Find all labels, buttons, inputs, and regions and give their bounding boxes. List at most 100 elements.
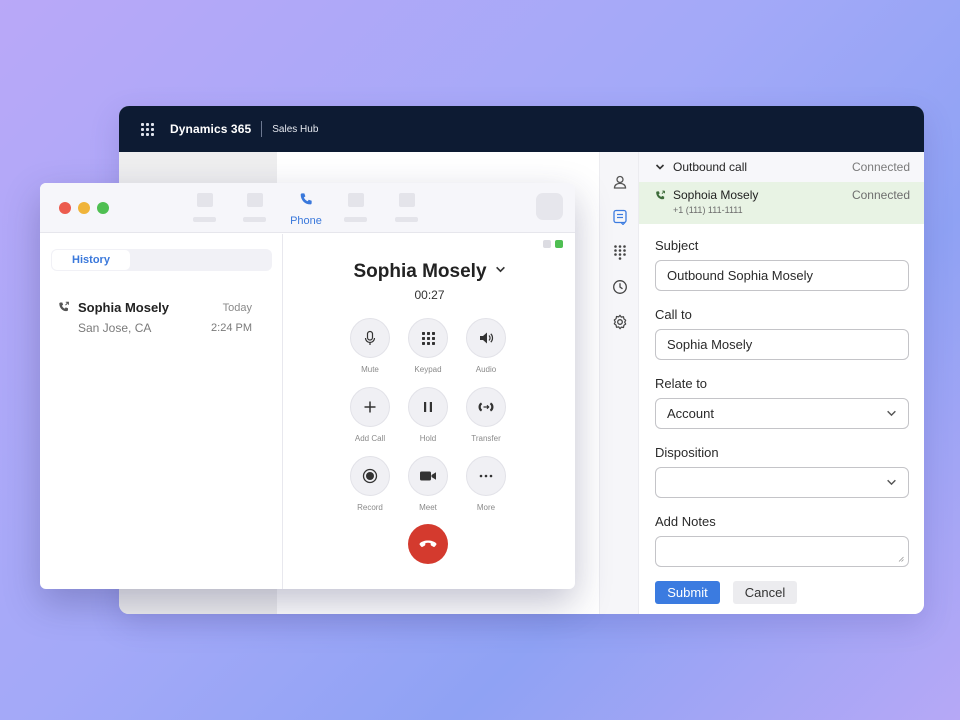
app-launcher-icon[interactable] (141, 122, 154, 136)
history-segmented-control[interactable]: History (51, 249, 272, 271)
history-contact-name: Sophia Mosely (78, 300, 170, 315)
tab-placeholder-icon[interactable] (348, 193, 364, 207)
active-call-status: Connected (851, 188, 910, 202)
chevron-down-icon (887, 479, 896, 486)
outgoing-call-icon (59, 301, 69, 312)
crm-topbar: Dynamics 365 Sales Hub (119, 106, 924, 152)
call-to-field[interactable]: Sophia Mosely (655, 329, 909, 360)
settings-icon[interactable] (612, 314, 628, 330)
mute-button[interactable]: Mute (340, 318, 400, 374)
meet-button[interactable]: Meet (398, 456, 458, 512)
submit-button[interactable]: Submit (655, 581, 720, 604)
phone-titlebar: Phone (40, 183, 575, 233)
transfer-button[interactable]: Transfer (456, 387, 516, 443)
keypad-icon (421, 331, 435, 345)
active-call-pane: Sophia Mosely 00:27 Mute Keypad Audio Ad… (284, 234, 575, 589)
caller-name[interactable]: Sophia Mosely (284, 261, 575, 283)
microphone-icon (364, 330, 376, 345)
active-call-contact: Sophoia Mosely (673, 188, 759, 202)
record-button[interactable]: Record (340, 456, 400, 512)
tab-placeholder-label (243, 217, 266, 222)
hold-label: Hold (419, 434, 437, 443)
disposition-select[interactable] (655, 467, 909, 498)
call-timer: 00:27 (414, 288, 445, 302)
phone-window: Phone History Sophia Mosely Today San Jo… (40, 183, 575, 589)
subject-label: Subject (655, 238, 699, 253)
history-icon[interactable] (612, 279, 628, 295)
speaker-icon (480, 332, 494, 344)
tab-placeholder-icon[interactable] (197, 193, 213, 207)
call-form: Subject Outbound Sophia Mosely Call to S… (655, 238, 909, 604)
subject-value: Outbound Sophia Mosely (667, 268, 813, 283)
mute-label: Mute (361, 365, 379, 374)
active-call-card[interactable]: Sophoia Mosely Connected +1 (111) 111-11… (639, 182, 924, 224)
call-to-value: Sophia Mosely (667, 337, 753, 352)
record-label: Record (357, 503, 383, 512)
active-call-number: +1 (111) 111-1111 (673, 205, 743, 215)
dialpad-icon[interactable] (612, 244, 628, 260)
end-call-button[interactable] (408, 524, 448, 564)
title-divider (261, 121, 263, 137)
chevron-down-icon[interactable] (655, 162, 665, 172)
audio-label: Audio (475, 365, 497, 374)
notes-label: Add Notes (655, 514, 716, 529)
relate-to-value: Account (667, 406, 714, 421)
avatar[interactable] (536, 193, 563, 220)
history-day: Today (222, 302, 252, 314)
tab-phone-label: Phone (290, 215, 322, 227)
history-location: San Jose, CA (78, 321, 152, 335)
record-icon (362, 468, 378, 484)
app-name[interactable]: Dynamics 365 (170, 122, 251, 136)
history-tab[interactable]: History (52, 250, 130, 270)
notes-icon[interactable] (612, 209, 628, 225)
meet-label: Meet (419, 503, 437, 512)
hold-button[interactable]: Hold (398, 387, 458, 443)
contact-icon[interactable] (612, 174, 628, 190)
transfer-label: Transfer (471, 434, 501, 443)
caller-name-text: Sophia Mosely (353, 261, 487, 282)
connection-indicator (555, 240, 563, 248)
tab-placeholder-icon[interactable] (247, 193, 263, 207)
module-name[interactable]: Sales Hub (272, 124, 318, 135)
call-history-pane: History Sophia Mosely Today San Jose, CA… (40, 234, 283, 589)
keypad-label: Keypad (414, 365, 442, 374)
tab-placeholder-label (344, 217, 367, 222)
outbound-call-header[interactable]: Outbound call Connected (639, 152, 924, 182)
more-icon (479, 474, 493, 478)
phone-icon (300, 193, 312, 205)
tab-placeholder-label (193, 217, 216, 222)
chevron-down-icon[interactable] (495, 264, 506, 275)
more-label: More (476, 503, 496, 512)
notes-textarea[interactable] (655, 536, 909, 567)
cancel-button[interactable]: Cancel (733, 581, 797, 604)
relate-to-select[interactable]: Account (655, 398, 909, 429)
subject-field[interactable]: Outbound Sophia Mosely (655, 260, 909, 291)
call-to-label: Call to (655, 307, 692, 322)
relate-to-label: Relate to (655, 376, 708, 391)
add-call-label: Add Call (354, 434, 386, 443)
more-button[interactable]: More (456, 456, 516, 512)
call-side-panel: Outbound call Connected Sophoia Mosely C… (599, 152, 924, 614)
disposition-label: Disposition (655, 445, 719, 460)
add-call-button[interactable]: Add Call (340, 387, 400, 443)
resize-handle-icon[interactable] (898, 556, 904, 562)
audio-button[interactable]: Audio (456, 318, 516, 374)
plus-icon (364, 401, 376, 413)
pause-icon (424, 402, 432, 412)
tab-phone[interactable]: Phone (290, 192, 322, 227)
hang-up-icon (419, 540, 437, 547)
form-actions: Submit Cancel (655, 581, 909, 604)
keypad-button[interactable]: Keypad (398, 318, 458, 374)
side-icon-rail (600, 152, 639, 614)
chevron-down-icon (887, 410, 896, 417)
tab-placeholder-label (395, 217, 418, 222)
minimize-window-button[interactable] (78, 202, 90, 214)
phone-call-icon (656, 190, 665, 199)
call-panel-status: Connected (851, 160, 910, 174)
tab-placeholder-icon[interactable] (399, 193, 415, 207)
call-panel-title: Outbound call (673, 160, 748, 174)
status-indicator (543, 240, 551, 248)
history-time: 2:24 PM (211, 322, 252, 334)
close-window-button[interactable] (59, 202, 71, 214)
maximize-window-button[interactable] (97, 202, 109, 214)
